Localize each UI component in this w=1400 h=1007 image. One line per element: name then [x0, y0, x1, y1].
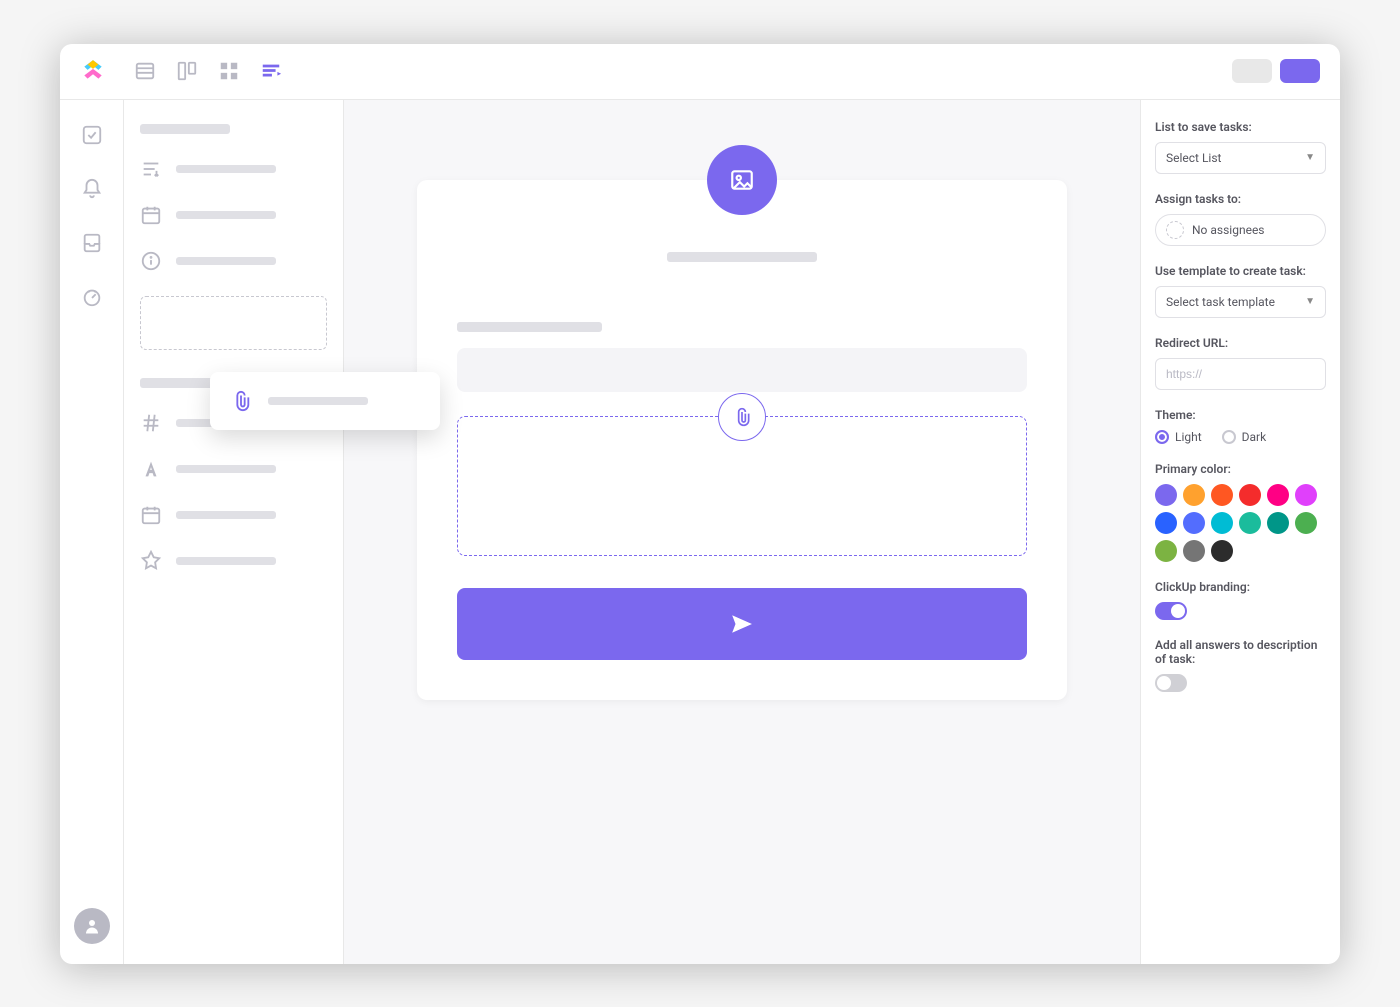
color-swatch[interactable]	[1211, 540, 1233, 562]
topbar	[60, 44, 1340, 100]
color-swatch-grid	[1155, 484, 1326, 562]
primary-color-label: Primary color:	[1155, 462, 1326, 476]
dragged-attachment-field[interactable]	[210, 372, 440, 430]
branding-label: ClickUp branding:	[1155, 580, 1326, 594]
color-swatch[interactable]	[1155, 512, 1177, 534]
field-label-placeholder	[268, 397, 368, 405]
color-swatch[interactable]	[1155, 484, 1177, 506]
dashboard-icon[interactable]	[81, 286, 103, 308]
bell-icon[interactable]	[81, 178, 103, 200]
color-swatch[interactable]	[1239, 484, 1261, 506]
inbox-icon[interactable]	[81, 232, 103, 254]
chevron-down-icon: ▼	[1305, 296, 1315, 307]
sidebar-drop-zone[interactable]	[140, 296, 327, 350]
app-logo	[80, 58, 106, 84]
answers-toggle[interactable]	[1155, 674, 1187, 692]
redirect-input[interactable]	[1155, 358, 1326, 390]
theme-label: Theme:	[1155, 408, 1326, 422]
redirect-label: Redirect URL:	[1155, 336, 1326, 350]
grid-view-icon[interactable]	[218, 60, 240, 82]
color-swatch[interactable]	[1183, 540, 1205, 562]
sidebar-field-rating[interactable]	[140, 550, 327, 572]
sidebar-field-info[interactable]	[140, 250, 327, 272]
nav-rail	[60, 100, 124, 964]
form-canvas	[344, 100, 1140, 964]
settings-panel: List to save tasks: Select List▼ Assign …	[1140, 100, 1340, 964]
attachment-icon	[230, 390, 252, 412]
color-swatch[interactable]	[1155, 540, 1177, 562]
color-swatch[interactable]	[1211, 484, 1233, 506]
form-field-label-placeholder[interactable]	[457, 322, 602, 332]
list-label: List to save tasks:	[1155, 120, 1326, 134]
submit-button[interactable]	[457, 588, 1027, 660]
color-swatch[interactable]	[1211, 512, 1233, 534]
form-text-input[interactable]	[457, 348, 1027, 392]
attachment-badge-icon	[718, 393, 766, 441]
chevron-down-icon: ▼	[1305, 152, 1315, 163]
sidebar-field-date[interactable]	[140, 204, 327, 226]
topbar-button-primary[interactable]	[1280, 59, 1320, 83]
board-view-icon[interactable]	[176, 60, 198, 82]
color-swatch[interactable]	[1267, 512, 1289, 534]
assignee-picker[interactable]: No assignees	[1155, 214, 1326, 246]
color-swatch[interactable]	[1183, 484, 1205, 506]
assign-label: Assign tasks to:	[1155, 192, 1326, 206]
form-card	[417, 180, 1067, 700]
color-swatch[interactable]	[1239, 512, 1261, 534]
color-swatch[interactable]	[1295, 484, 1317, 506]
template-label: Use template to create task:	[1155, 264, 1326, 278]
sidebar-field-text[interactable]	[140, 458, 327, 480]
attachment-drop-zone[interactable]	[457, 416, 1027, 556]
theme-dark-radio[interactable]: Dark	[1222, 430, 1267, 444]
color-swatch[interactable]	[1183, 512, 1205, 534]
topbar-button-secondary[interactable]	[1232, 59, 1272, 83]
user-avatar[interactable]	[74, 908, 110, 944]
task-check-icon[interactable]	[81, 124, 103, 146]
sidebar-section-header	[140, 124, 230, 134]
form-view-icon[interactable]	[260, 60, 282, 82]
sidebar-field-date2[interactable]	[140, 504, 327, 526]
form-title-placeholder[interactable]	[667, 252, 817, 262]
sidebar-field-sort[interactable]	[140, 158, 327, 180]
color-swatch[interactable]	[1267, 484, 1289, 506]
form-image-button[interactable]	[707, 145, 777, 215]
list-dropdown[interactable]: Select List▼	[1155, 142, 1326, 174]
answers-label: Add all answers to description of task:	[1155, 638, 1326, 666]
list-view-icon[interactable]	[134, 60, 156, 82]
theme-light-radio[interactable]: Light	[1155, 430, 1202, 444]
field-sidebar	[124, 100, 344, 964]
template-dropdown[interactable]: Select task template▼	[1155, 286, 1326, 318]
color-swatch[interactable]	[1295, 512, 1317, 534]
add-assignee-icon	[1166, 221, 1184, 239]
branding-toggle[interactable]	[1155, 602, 1187, 620]
